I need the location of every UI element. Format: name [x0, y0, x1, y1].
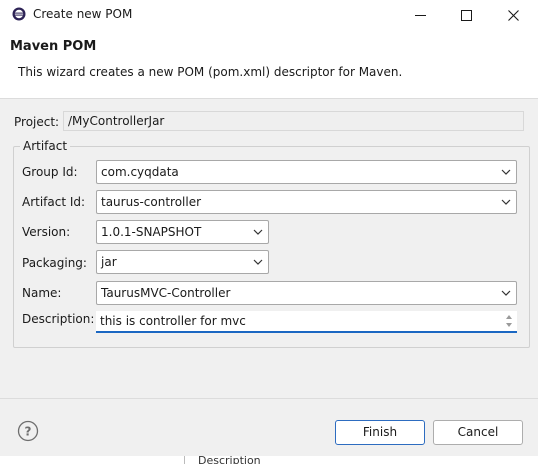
maximize-icon — [460, 9, 472, 21]
minimize-icon — [414, 14, 426, 16]
chevron-down-icon — [501, 199, 511, 205]
scroll-arrows-icon[interactable] — [503, 312, 515, 330]
version-value: 1.0.1-SNAPSHOT — [101, 225, 202, 239]
window-title: Create new POM — [33, 7, 133, 21]
finish-button[interactable]: Finish — [335, 420, 425, 445]
packaging-label: Packaging: — [22, 256, 87, 270]
close-button[interactable] — [490, 0, 536, 30]
artifact-id-label: Artifact Id: — [22, 195, 86, 209]
version-combo[interactable]: 1.0.1-SNAPSHOT — [96, 220, 269, 244]
artifact-id-value: taurus-controller — [101, 195, 202, 209]
minimize-button[interactable] — [397, 0, 443, 30]
eclipse-icon — [12, 7, 26, 21]
background-partial-text: Description — [198, 455, 261, 464]
version-label: Version: — [22, 225, 71, 239]
name-label: Name: — [22, 286, 62, 300]
button-bar-divider — [0, 398, 538, 399]
chevron-down-icon — [501, 169, 511, 175]
name-value: TaurusMVC-Controller — [101, 286, 231, 300]
close-icon — [507, 9, 519, 21]
packaging-combo[interactable]: jar — [96, 250, 269, 274]
maximize-button[interactable] — [443, 0, 489, 30]
wizard-banner: Maven POM This wizard creates a new POM … — [0, 30, 538, 99]
chevron-down-icon — [501, 290, 511, 296]
help-icon[interactable]: ? — [17, 420, 39, 442]
project-field: /MyControllerJar — [63, 111, 524, 131]
background-window — [0, 456, 538, 464]
svg-text:?: ? — [25, 425, 32, 439]
artifact-group-title: Artifact — [20, 139, 71, 153]
name-combo[interactable]: TaurusMVC-Controller — [96, 281, 517, 305]
dialog-window: Create new POM Maven POM This wizard cre… — [0, 0, 538, 456]
group-id-combo[interactable]: com.cyqdata — [96, 160, 517, 184]
description-label: Description: — [22, 312, 95, 326]
background-divider — [184, 456, 185, 464]
banner-description: This wizard creates a new POM (pom.xml) … — [18, 65, 403, 79]
description-value: this is controller for mvc — [100, 314, 246, 328]
packaging-value: jar — [101, 255, 117, 269]
description-textarea[interactable]: this is controller for mvc — [96, 311, 517, 333]
group-id-label: Group Id: — [22, 165, 78, 179]
chevron-down-icon — [253, 229, 263, 235]
chevron-down-icon — [253, 259, 263, 265]
banner-title: Maven POM — [10, 39, 97, 54]
cancel-button[interactable]: Cancel — [433, 420, 523, 445]
artifact-id-combo[interactable]: taurus-controller — [96, 190, 517, 214]
group-id-value: com.cyqdata — [101, 165, 179, 179]
project-label: Project: — [14, 115, 60, 129]
title-bar: Create new POM — [0, 0, 538, 30]
